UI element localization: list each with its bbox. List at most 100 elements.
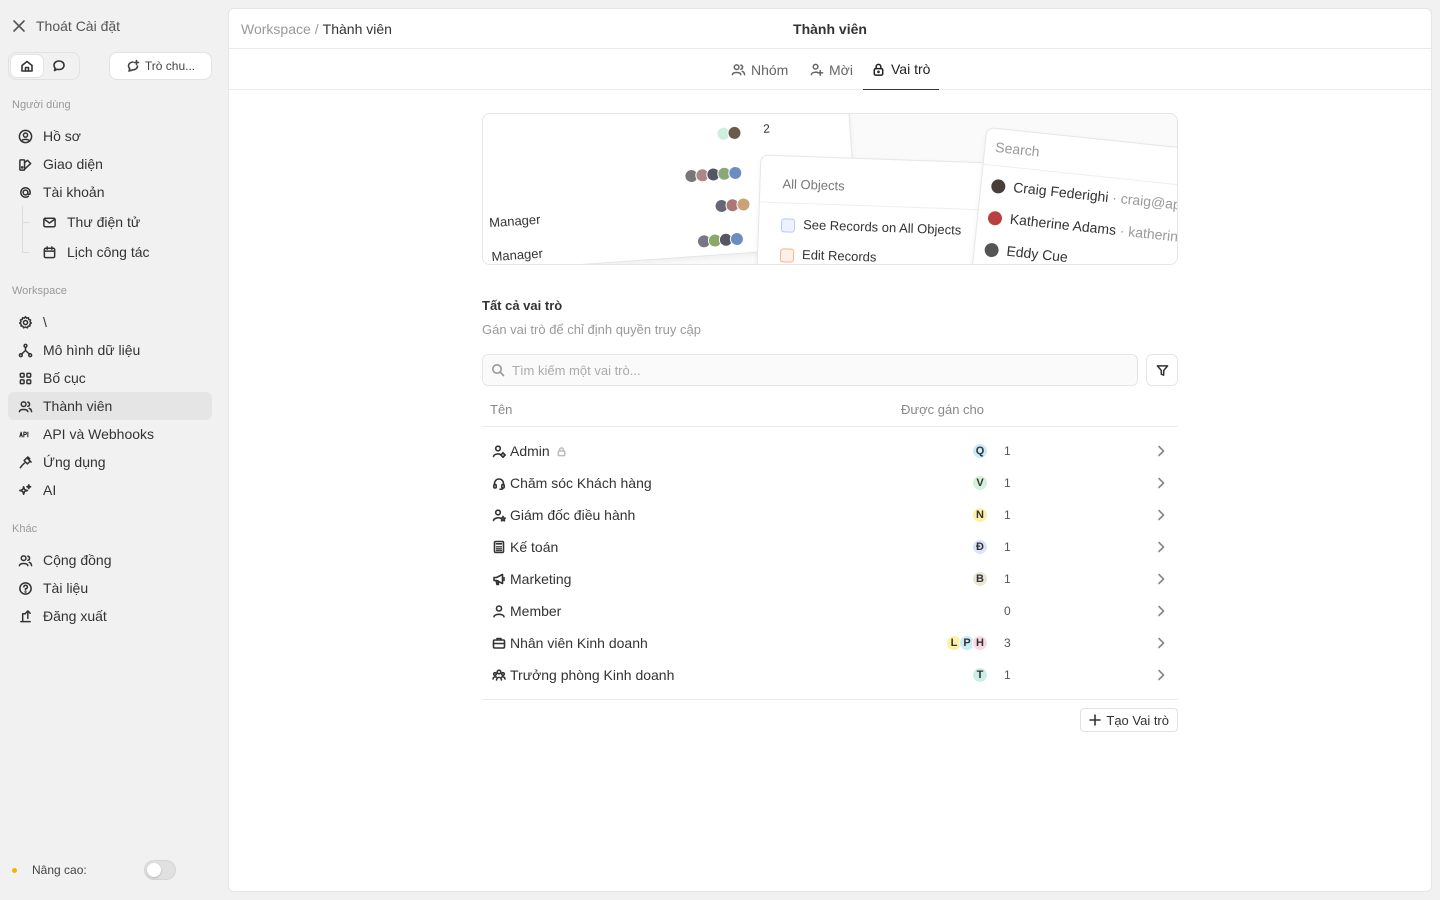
sidebar-item-ai[interactable]: AI: [8, 476, 212, 504]
create-role-button[interactable]: Tạo Vai trò: [1080, 708, 1178, 732]
sidebar-item-label: Giao diện: [43, 156, 103, 172]
role-name-label: Member: [510, 603, 562, 619]
chat-plus-icon: [127, 59, 140, 72]
section-user-title: Người dùng: [12, 99, 71, 111]
sidebar-item-appearance[interactable]: Giao diện: [8, 150, 212, 178]
chat-tab[interactable]: [43, 55, 75, 77]
sidebar-item-label: Thành viên: [43, 398, 113, 414]
sidebar-item-label: Tài khoản: [43, 184, 105, 200]
sidebar-item-calendar[interactable]: Lịch công tác: [32, 238, 212, 266]
role-name-label: Kế toán: [510, 539, 559, 555]
megaphone-icon: [493, 573, 505, 586]
illustration-person-email: · katherine: [1119, 222, 1178, 246]
avatar: [736, 196, 751, 212]
sidebar-item-docs[interactable]: Tài liệu: [8, 574, 212, 602]
tab-roles[interactable]: Vai trò: [863, 49, 939, 90]
role-row-nhan-vien-kinh-doanh[interactable]: Nhân viên Kinh doanh L P H 3: [482, 627, 1178, 659]
sidebar-item-email[interactable]: Thư điện tử: [32, 208, 212, 236]
sidebar-item-label: Tài liệu: [43, 580, 89, 596]
illustration-manager-label: Manager: [488, 211, 541, 231]
tab-invite[interactable]: Mời: [801, 49, 861, 90]
plug-icon: [19, 455, 32, 468]
advanced-toggle[interactable]: [144, 860, 176, 880]
sidebar-item-label: Cộng đồng: [43, 552, 112, 568]
sidebar-item-community[interactable]: Cộng đồng: [8, 546, 212, 574]
avatar: T: [972, 667, 988, 683]
calendar-icon: [43, 245, 56, 258]
exit-settings-button[interactable]: Thoát Cài đặt: [12, 16, 120, 36]
assigned-avatars: Đ: [972, 539, 988, 555]
illustration-all-objects: All Objects: [782, 176, 845, 194]
home-tab[interactable]: [11, 55, 43, 77]
illustration-see-records-label: See Records on All Objects: [802, 217, 962, 238]
sidebar-item-members[interactable]: Thành viên: [8, 392, 212, 420]
assigned-count: 1: [1004, 668, 1011, 682]
tab-groups[interactable]: Nhóm: [723, 49, 796, 90]
sidebar-item-api-webhooks[interactable]: API và Webhooks: [8, 420, 212, 448]
sidebar-item-profile[interactable]: Hồ sơ: [8, 122, 212, 150]
headset-icon: [492, 478, 506, 490]
tab-label: Mời: [829, 61, 853, 78]
sidebar-view-switch: [8, 52, 80, 80]
tab-label: Nhóm: [751, 61, 789, 78]
create-role-label: Tạo Vai trò: [1106, 712, 1169, 728]
chevron-right-icon: [1158, 509, 1165, 521]
users-group-icon: [492, 669, 506, 681]
sidebar-item-logout[interactable]: Đăng xuất: [8, 602, 212, 630]
filter-button[interactable]: [1146, 354, 1178, 386]
illustration-person-name: Craig Federighi: [1012, 179, 1110, 205]
settings-sidebar: Thoát Cài đặt Trò chu... Người dùng Hồ s…: [0, 0, 228, 900]
gear-icon: [18, 315, 33, 329]
assigned-avatars: V: [972, 475, 988, 491]
role-row-admin[interactable]: Admin Q 1: [482, 435, 1178, 467]
role-search-input[interactable]: [512, 362, 1112, 378]
role-row-member[interactable]: Member 0: [482, 595, 1178, 627]
avatar: N: [972, 507, 988, 523]
layout-icon: [19, 372, 32, 384]
sidebar-item-account[interactable]: Tài khoản: [8, 178, 212, 206]
illustration-person-email: · craig@apple: [1111, 189, 1178, 215]
role-row-cham-soc-khach-hang[interactable]: Chăm sóc Khách hàng V 1: [482, 467, 1178, 499]
role-row-marketing[interactable]: Marketing B 1: [482, 563, 1178, 595]
sidebar-item-label: Thư điện tử: [67, 214, 141, 230]
users-icon: [18, 554, 33, 566]
chevron-right-icon: [1158, 477, 1165, 489]
role-row-ke-toan[interactable]: Kế toán Đ 1: [482, 531, 1178, 563]
chevron-right-icon: [1158, 605, 1165, 617]
role-row-truong-phong-kinh-doanh[interactable]: Trưởng phòng Kinh doanh T 1: [482, 659, 1178, 691]
page-title: Thành viên: [793, 21, 867, 37]
column-header-name: Tên: [490, 402, 513, 417]
sidebar-item-apps[interactable]: Ứng dụng: [8, 448, 212, 476]
avatar: H: [972, 635, 988, 651]
edit-icon: [779, 247, 795, 263]
eye-icon: [780, 217, 796, 233]
role-name: Chăm sóc Khách hàng: [510, 475, 652, 491]
list-divider: [482, 699, 1178, 700]
hierarchy-icon: [18, 343, 33, 357]
illustration-edit-records-label: Edit Records: [801, 247, 877, 265]
sidebar-item-general[interactable]: \: [8, 308, 212, 336]
calculator-icon: [493, 540, 505, 554]
assigned-count: 1: [1004, 572, 1011, 586]
role-row-giam-doc-dieu-hanh[interactable]: Giám đốc điều hành N 1: [482, 499, 1178, 531]
palette-icon: [19, 158, 32, 171]
sidebar-item-layout[interactable]: Bố cục: [8, 364, 212, 392]
new-chat-button[interactable]: Trò chu...: [109, 52, 212, 80]
role-name: Nhân viên Kinh doanh: [510, 635, 648, 651]
tab-label: Vai trò: [891, 61, 931, 77]
tree-connector: [22, 206, 23, 252]
assigned-avatars: LPH: [946, 635, 988, 651]
section-other-title: Khác: [12, 523, 38, 535]
users-icon: [731, 64, 746, 76]
logout-icon: [20, 609, 31, 622]
sidebar-item-label: Đăng xuất: [43, 608, 107, 624]
section-workspace-title: Workspace: [12, 285, 67, 297]
role-name: Member: [510, 603, 561, 619]
tree-connector: [22, 222, 30, 223]
user-cog-icon: [492, 445, 506, 458]
main-panel: Workspace / Thành viên Thành viên Nhóm M…: [228, 8, 1432, 892]
sidebar-item-label: AI: [43, 482, 57, 498]
user-star-icon: [492, 509, 506, 522]
new-chat-label: Trò chu...: [144, 59, 196, 73]
sidebar-item-data-model[interactable]: Mô hình dữ liệu: [8, 336, 212, 364]
